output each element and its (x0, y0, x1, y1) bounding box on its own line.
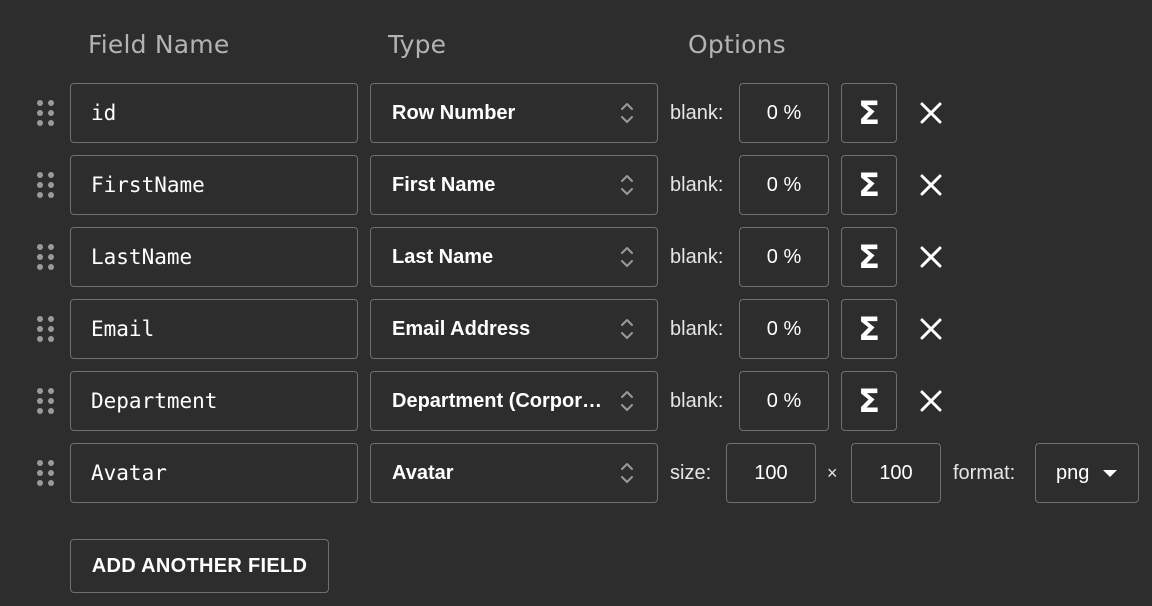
up-down-chevron-icon (621, 391, 633, 411)
blank-label: blank: (670, 174, 724, 196)
format-label: format: (953, 462, 1016, 484)
field-name-input[interactable]: id (70, 83, 358, 143)
blank-label: blank: (670, 102, 724, 124)
up-down-chevron-icon (621, 247, 633, 267)
field-type-select[interactable]: Last Name (370, 227, 658, 287)
drag-handle-icon[interactable] (37, 244, 55, 270)
formula-button[interactable]: Σ (841, 299, 897, 359)
times-sign: × (827, 463, 838, 483)
add-another-field-button[interactable]: ADD ANOTHER FIELD (70, 539, 329, 593)
field-name-header: Field Name (88, 30, 230, 59)
up-down-chevron-icon (621, 175, 633, 195)
size-label: size: (670, 462, 712, 484)
field-type-select[interactable]: Row Number (370, 83, 658, 143)
close-icon[interactable] (917, 315, 945, 343)
sigma-icon: Σ (858, 166, 880, 204)
format-value: png (1056, 462, 1090, 484)
sigma-icon: Σ (858, 382, 880, 420)
close-icon[interactable] (917, 99, 945, 127)
height-input[interactable]: 100 (851, 443, 941, 503)
blank-percent-input[interactable]: 0 % (739, 155, 829, 215)
field-name-input[interactable]: FirstName (70, 155, 358, 215)
up-down-chevron-icon (621, 463, 633, 483)
field-row-firstname: FirstName First Name blank: 0 % Σ (0, 155, 1152, 215)
formula-button[interactable]: Σ (841, 227, 897, 287)
blank-label: blank: (670, 390, 724, 412)
formula-button[interactable]: Σ (841, 83, 897, 143)
field-type-select[interactable]: Email Address (370, 299, 658, 359)
up-down-chevron-icon (621, 319, 633, 339)
drag-handle-icon[interactable] (37, 172, 55, 198)
drag-handle-icon[interactable] (37, 388, 55, 414)
width-input[interactable]: 100 (726, 443, 816, 503)
sigma-icon: Σ (858, 310, 880, 348)
blank-percent-input[interactable]: 0 % (739, 371, 829, 431)
caret-down-icon (1103, 470, 1117, 477)
close-icon[interactable] (917, 243, 945, 271)
field-row-id: id Row Number blank: 0 % Σ (0, 83, 1152, 143)
sigma-icon: Σ (858, 94, 880, 132)
format-select[interactable]: png (1035, 443, 1139, 503)
blank-percent-input[interactable]: 0 % (739, 227, 829, 287)
field-type-select[interactable]: First Name (370, 155, 658, 215)
blank-percent-input[interactable]: 0 % (739, 299, 829, 359)
field-type-select[interactable]: Avatar (370, 443, 658, 503)
blank-percent-input[interactable]: 0 % (739, 83, 829, 143)
field-name-input[interactable]: LastName (70, 227, 358, 287)
close-icon[interactable] (917, 387, 945, 415)
field-name-input[interactable]: Avatar (70, 443, 358, 503)
field-type-select[interactable]: Department (Corpor… (370, 371, 658, 431)
blank-label: blank: (670, 318, 724, 340)
blank-label: blank: (670, 246, 724, 268)
sigma-icon: Σ (858, 238, 880, 276)
drag-handle-icon[interactable] (37, 100, 55, 126)
options-header: Options (688, 30, 786, 59)
field-row-lastname: LastName Last Name blank: 0 % Σ (0, 227, 1152, 287)
field-name-input[interactable]: Department (70, 371, 358, 431)
drag-handle-icon[interactable] (37, 460, 55, 486)
field-row-email: Email Email Address blank: 0 % Σ (0, 299, 1152, 359)
formula-button[interactable]: Σ (841, 371, 897, 431)
field-row-department: Department Department (Corpor… blank: 0 … (0, 371, 1152, 431)
drag-handle-icon[interactable] (37, 316, 55, 342)
field-row-avatar: Avatar Avatar size: 100 × 100 format: pn… (0, 443, 1152, 503)
field-name-input[interactable]: Email (70, 299, 358, 359)
formula-button[interactable]: Σ (841, 155, 897, 215)
type-header: Type (388, 30, 447, 59)
close-icon[interactable] (917, 171, 945, 199)
up-down-chevron-icon (621, 103, 633, 123)
